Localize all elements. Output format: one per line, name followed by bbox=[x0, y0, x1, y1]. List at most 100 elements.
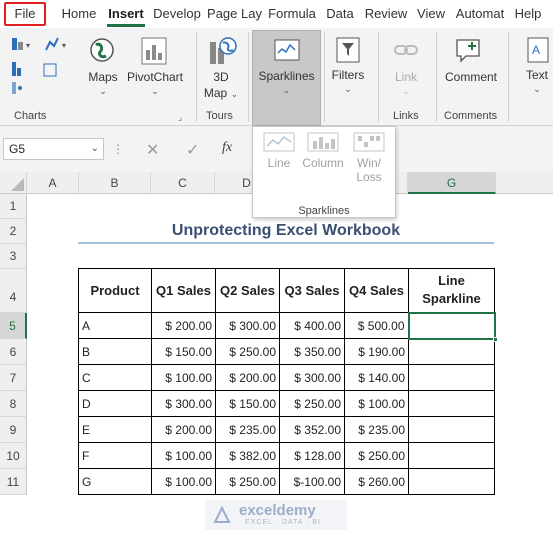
3d-map-icon[interactable] bbox=[206, 34, 238, 68]
cell-q2[interactable]: $ 300.00 bbox=[215, 312, 280, 339]
3d-map-label-line1[interactable]: 3D bbox=[200, 70, 242, 84]
chart-type-icons[interactable]: ▾ ▾ bbox=[8, 34, 86, 98]
filters-button-label[interactable]: Filters bbox=[326, 68, 370, 82]
cell-sparkline[interactable] bbox=[408, 390, 495, 417]
chevron-down-icon: ⌄ bbox=[402, 86, 410, 96]
pivot-chart-icon[interactable] bbox=[140, 36, 168, 66]
row-header-8[interactable]: 8 bbox=[0, 391, 27, 417]
cell-q2[interactable]: $ 150.00 bbox=[215, 390, 280, 417]
cell-sparkline[interactable] bbox=[408, 416, 495, 443]
cell-q4[interactable]: $ 500.00 bbox=[344, 312, 409, 339]
cell-q2[interactable]: $ 250.00 bbox=[215, 338, 280, 365]
tab-data[interactable]: Data bbox=[322, 0, 358, 28]
name-box[interactable]: G5 ⌄ bbox=[3, 138, 104, 160]
cell-sparkline[interactable] bbox=[408, 338, 495, 365]
sparklines-button[interactable]: Sparklines ⌄ bbox=[252, 30, 321, 126]
cell-q1[interactable]: $ 150.00 bbox=[151, 338, 216, 365]
row-header-2[interactable]: 2 bbox=[0, 219, 27, 244]
cell-q2[interactable]: $ 382.00 bbox=[215, 442, 280, 469]
fill-handle[interactable] bbox=[492, 336, 498, 342]
cell-q3[interactable]: $ 128.00 bbox=[279, 442, 345, 469]
tab-review[interactable]: Review bbox=[362, 0, 410, 28]
cell-q1[interactable]: $ 200.00 bbox=[151, 416, 216, 443]
cell-q3[interactable]: $-100.00 bbox=[279, 468, 345, 495]
cell-q3[interactable]: $ 352.00 bbox=[279, 416, 345, 443]
cell-q3[interactable]: $ 300.00 bbox=[279, 364, 345, 391]
cell-product[interactable]: A bbox=[78, 312, 152, 339]
cell-q1[interactable]: $ 100.00 bbox=[151, 364, 216, 391]
ribbon-tab-bar: File Home Insert Develop Page Lay Formul… bbox=[0, 0, 553, 28]
cell-product[interactable]: D bbox=[78, 390, 152, 417]
tab-insert[interactable]: Insert bbox=[105, 0, 147, 28]
tab-view[interactable]: View bbox=[414, 0, 448, 28]
globe-icon[interactable] bbox=[88, 36, 116, 64]
cell-q2[interactable]: $ 250.00 bbox=[215, 468, 280, 495]
insert-function-button[interactable]: fx bbox=[222, 140, 232, 156]
tab-home[interactable]: Home bbox=[58, 0, 100, 28]
sparkline-line-option[interactable]: Line bbox=[257, 131, 301, 187]
pivotchart-button-label[interactable]: PivotChart bbox=[124, 70, 186, 84]
cell-product[interactable]: F bbox=[78, 442, 152, 469]
cell-q4[interactable]: $ 190.00 bbox=[344, 338, 409, 365]
chevron-down-icon[interactable]: ⌄ bbox=[91, 139, 99, 159]
sparkline-winloss-option[interactable]: Win/Loss bbox=[347, 131, 391, 187]
cell-q2[interactable]: $ 235.00 bbox=[215, 416, 280, 443]
row-header-10[interactable]: 10 bbox=[0, 443, 27, 469]
cell-product[interactable]: B bbox=[78, 338, 152, 365]
tab-developer[interactable]: Develop bbox=[150, 0, 204, 28]
cell-q4[interactable]: $ 100.00 bbox=[344, 390, 409, 417]
tab-automate[interactable]: Automat bbox=[452, 0, 508, 28]
text-button-label[interactable]: Text bbox=[520, 68, 553, 82]
cell-q4[interactable]: $ 140.00 bbox=[344, 364, 409, 391]
select-all-corner[interactable] bbox=[0, 172, 27, 194]
row-header-3[interactable]: 3 bbox=[0, 244, 27, 269]
cell-q4[interactable]: $ 250.00 bbox=[344, 442, 409, 469]
row-header-7[interactable]: 7 bbox=[0, 365, 27, 391]
cell-q1[interactable]: $ 300.00 bbox=[151, 390, 216, 417]
ribbon-separator bbox=[324, 32, 325, 122]
column-header-c[interactable]: C bbox=[151, 172, 215, 194]
row-header-11[interactable]: 11 bbox=[0, 469, 27, 495]
row-header-1[interactable]: 1 bbox=[0, 194, 27, 219]
row-header-5[interactable]: 5 bbox=[0, 313, 27, 339]
cell-q3[interactable]: $ 400.00 bbox=[279, 312, 345, 339]
tab-help[interactable]: Help bbox=[511, 0, 545, 28]
column-header-g[interactable]: G bbox=[408, 172, 496, 194]
cell-sparkline[interactable] bbox=[408, 364, 495, 391]
cell-product[interactable]: G bbox=[78, 468, 152, 495]
comment-button-label[interactable]: Comment bbox=[440, 70, 502, 84]
tab-file[interactable]: File bbox=[4, 2, 46, 26]
enter-icon[interactable]: ✓ bbox=[186, 140, 199, 160]
cell-q4[interactable]: $ 235.00 bbox=[344, 416, 409, 443]
filter-icon[interactable] bbox=[335, 36, 361, 64]
dialog-launcher-icon[interactable]: ⌟ bbox=[178, 112, 182, 123]
link-icon[interactable] bbox=[392, 38, 420, 62]
cell-sparkline[interactable] bbox=[408, 442, 495, 469]
link-button-label[interactable]: Link bbox=[384, 70, 428, 84]
row-header-9[interactable]: 9 bbox=[0, 417, 27, 443]
comment-icon[interactable] bbox=[454, 36, 482, 64]
active-cell-g5[interactable] bbox=[407, 311, 498, 342]
cell-sparkline[interactable] bbox=[408, 468, 495, 495]
row-header-4[interactable]: 4 bbox=[0, 269, 27, 313]
maps-button-label[interactable]: Maps bbox=[86, 70, 120, 84]
cell-q3[interactable]: $ 250.00 bbox=[279, 390, 345, 417]
cell-q4[interactable]: $ 260.00 bbox=[344, 468, 409, 495]
column-header-a[interactable]: A bbox=[27, 172, 79, 194]
column-header-b[interactable]: B bbox=[79, 172, 151, 194]
text-box-icon[interactable]: A bbox=[526, 36, 550, 64]
cell-q1[interactable]: $ 200.00 bbox=[151, 312, 216, 339]
chevron-down-icon: ⌄ bbox=[151, 86, 159, 96]
sparkline-column-option[interactable]: Column bbox=[301, 131, 345, 187]
tab-page-layout[interactable]: Page Lay bbox=[207, 0, 262, 28]
cell-q2[interactable]: $ 200.00 bbox=[215, 364, 280, 391]
cancel-icon[interactable]: ✕ bbox=[146, 140, 159, 160]
cell-q1[interactable]: $ 100.00 bbox=[151, 468, 216, 495]
cell-product[interactable]: C bbox=[78, 364, 152, 391]
cell-product[interactable]: E bbox=[78, 416, 152, 443]
tab-formulas[interactable]: Formula bbox=[264, 0, 320, 28]
cell-q3[interactable]: $ 350.00 bbox=[279, 338, 345, 365]
row-header-6[interactable]: 6 bbox=[0, 339, 27, 365]
3d-map-label-line2[interactable]: Map ⌄ bbox=[200, 86, 242, 100]
cell-q1[interactable]: $ 100.00 bbox=[151, 442, 216, 469]
